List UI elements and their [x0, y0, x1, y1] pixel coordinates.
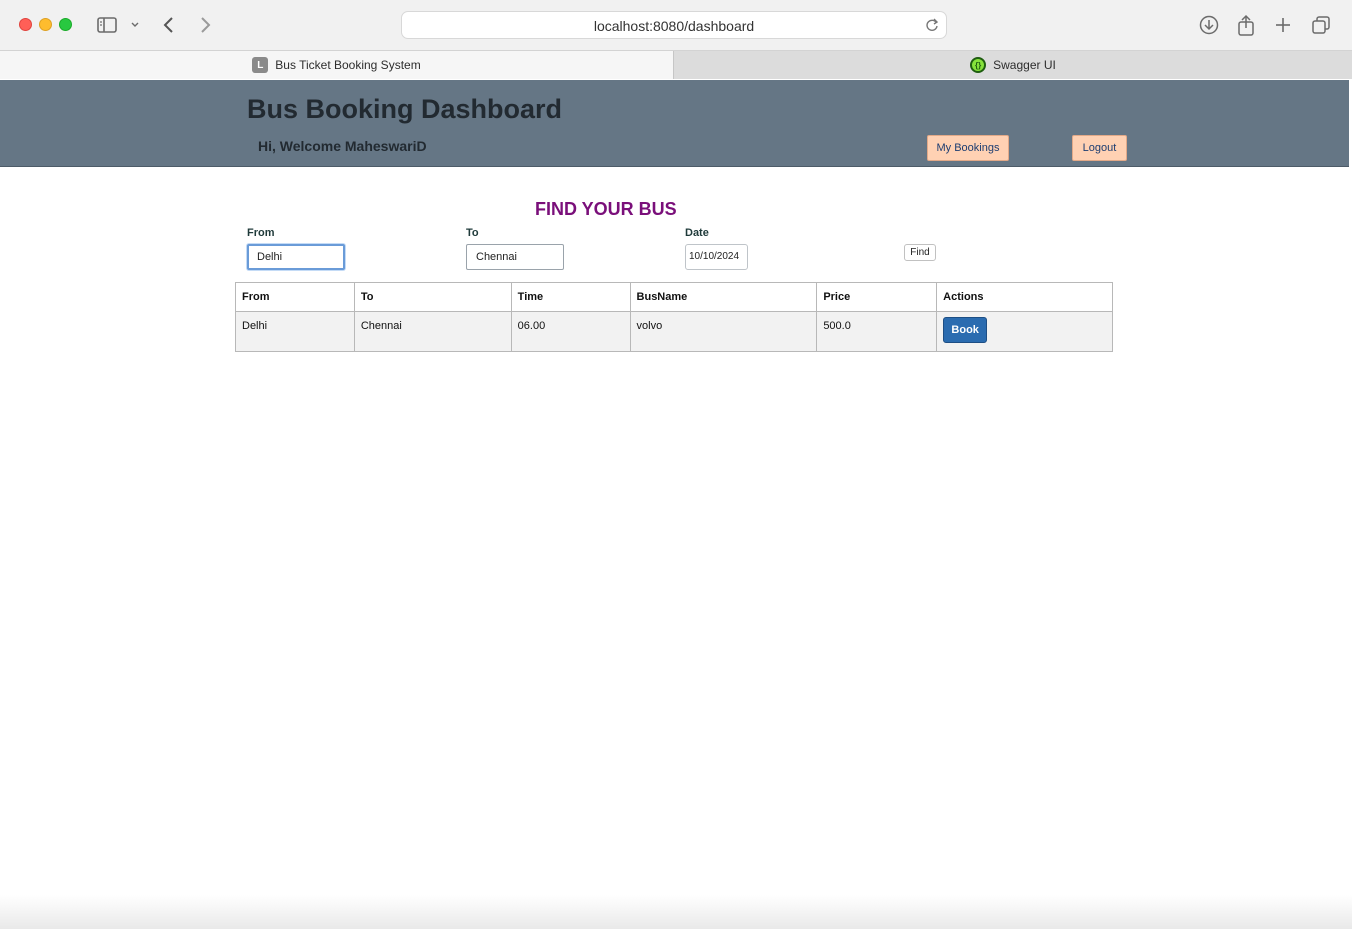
column-header: To — [353, 282, 512, 312]
tab-bar: L Bus Ticket Booking System {} Swagger U… — [0, 50, 1352, 79]
new-tab-icon[interactable] — [1273, 12, 1293, 38]
column-header: From — [235, 282, 355, 312]
date-input[interactable]: 10/10/2024 — [685, 244, 748, 270]
zoom-window-button[interactable] — [59, 18, 72, 31]
minimize-window-button[interactable] — [39, 18, 52, 31]
table-header-row: From To Time BusName Price Actions — [235, 282, 1113, 312]
url-text: localhost:8080/dashboard — [593, 18, 755, 34]
chevron-down-icon[interactable] — [129, 12, 141, 38]
cell-bus-name: volvo — [629, 311, 818, 352]
tab-overview-icon[interactable] — [1310, 12, 1332, 38]
my-bookings-button[interactable]: My Bookings — [927, 135, 1009, 161]
swagger-icon: {} — [970, 57, 987, 73]
find-bus-heading: FIND YOUR BUS — [535, 199, 677, 219]
to-label: To — [466, 227, 479, 239]
page-title: Bus Booking Dashboard — [247, 94, 563, 124]
column-header: Time — [510, 282, 631, 312]
close-window-button[interactable] — [19, 18, 32, 31]
table-row: Delhi Chennai 06.00 volvo 500.0 Book — [235, 311, 1113, 352]
favicon-icon: L — [252, 57, 269, 73]
cell-time: 06.00 — [510, 311, 631, 352]
column-header: Price — [816, 282, 938, 312]
tab-bus-ticket-booking[interactable]: L Bus Ticket Booking System — [0, 51, 673, 79]
welcome-text: Hi, Welcome MaheswariD — [258, 138, 427, 154]
cell-from: Delhi — [235, 311, 355, 352]
tab-label: Bus Ticket Booking System — [275, 58, 421, 72]
back-icon[interactable] — [160, 12, 178, 38]
from-input[interactable]: Delhi — [247, 244, 345, 270]
browser-toolbar: localhost:8080/dashboard — [0, 0, 1352, 50]
cell-price: 500.0 — [816, 311, 938, 352]
tab-swagger-ui[interactable]: {} Swagger UI — [673, 51, 1352, 79]
column-header: Actions — [936, 282, 1113, 312]
download-icon[interactable] — [1198, 12, 1220, 38]
forward-icon[interactable] — [196, 12, 214, 38]
column-header: BusName — [629, 282, 818, 312]
results-table: From To Time BusName Price Actions Delhi… — [235, 282, 1113, 352]
find-button[interactable]: Find — [904, 244, 936, 261]
from-label: From — [247, 227, 275, 239]
tab-label: Swagger UI — [993, 58, 1056, 72]
cell-to: Chennai — [353, 311, 512, 352]
sidebar-icon[interactable] — [96, 12, 118, 38]
window-bottom-edge — [0, 895, 1352, 929]
logout-button[interactable]: Logout — [1072, 135, 1127, 161]
book-button[interactable]: Book — [943, 317, 988, 343]
page-header: Bus Booking Dashboard Hi, Welcome Mahesw… — [0, 80, 1349, 167]
to-input[interactable]: Chennai — [466, 244, 564, 270]
share-icon[interactable] — [1236, 12, 1256, 38]
date-label: Date — [685, 227, 709, 239]
cell-actions: Book — [936, 311, 1113, 352]
address-bar[interactable]: localhost:8080/dashboard — [401, 11, 947, 39]
reload-icon[interactable] — [924, 17, 940, 38]
